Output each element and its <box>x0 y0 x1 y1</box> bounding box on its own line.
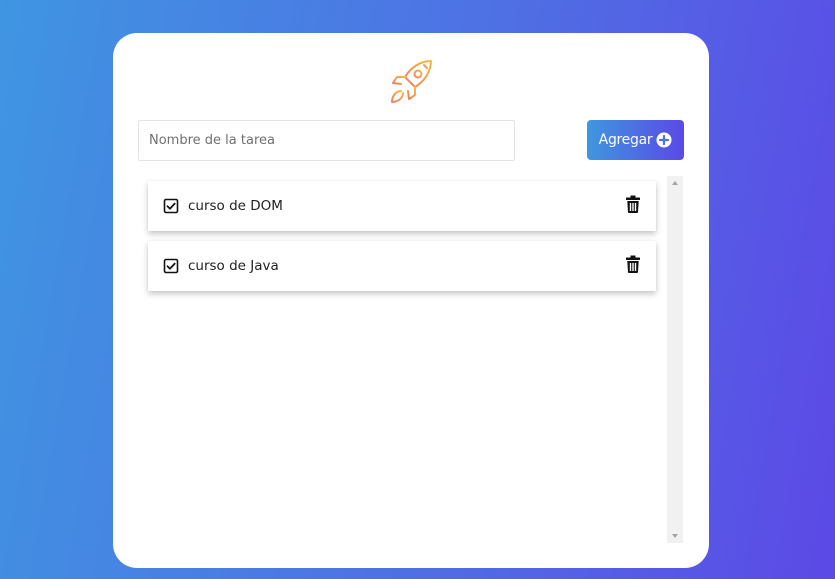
task-text: curso de Java <box>188 258 279 274</box>
trash-icon[interactable] <box>626 255 640 273</box>
todo-card: Agregar curso de DOM <box>113 33 709 568</box>
task-list-scrollbar[interactable] <box>667 176 683 543</box>
plus-circle-icon <box>656 132 672 148</box>
add-task-button[interactable]: Agregar <box>587 120 684 160</box>
checkbox-checked-icon[interactable] <box>163 258 179 274</box>
task-name-input[interactable] <box>138 120 515 161</box>
scroll-down-arrow-icon[interactable] <box>667 529 683 543</box>
scroll-up-arrow-icon[interactable] <box>667 176 683 190</box>
trash-icon[interactable] <box>626 195 640 213</box>
checkbox-checked-icon[interactable] <box>163 198 179 214</box>
task-item: curso de DOM <box>148 181 656 231</box>
task-text: curso de DOM <box>188 198 283 214</box>
add-button-label: Agregar <box>598 132 653 148</box>
task-item: curso de Java <box>148 241 656 291</box>
task-list: curso de DOM curso de Java <box>148 181 683 543</box>
rocket-icon <box>387 57 435 105</box>
